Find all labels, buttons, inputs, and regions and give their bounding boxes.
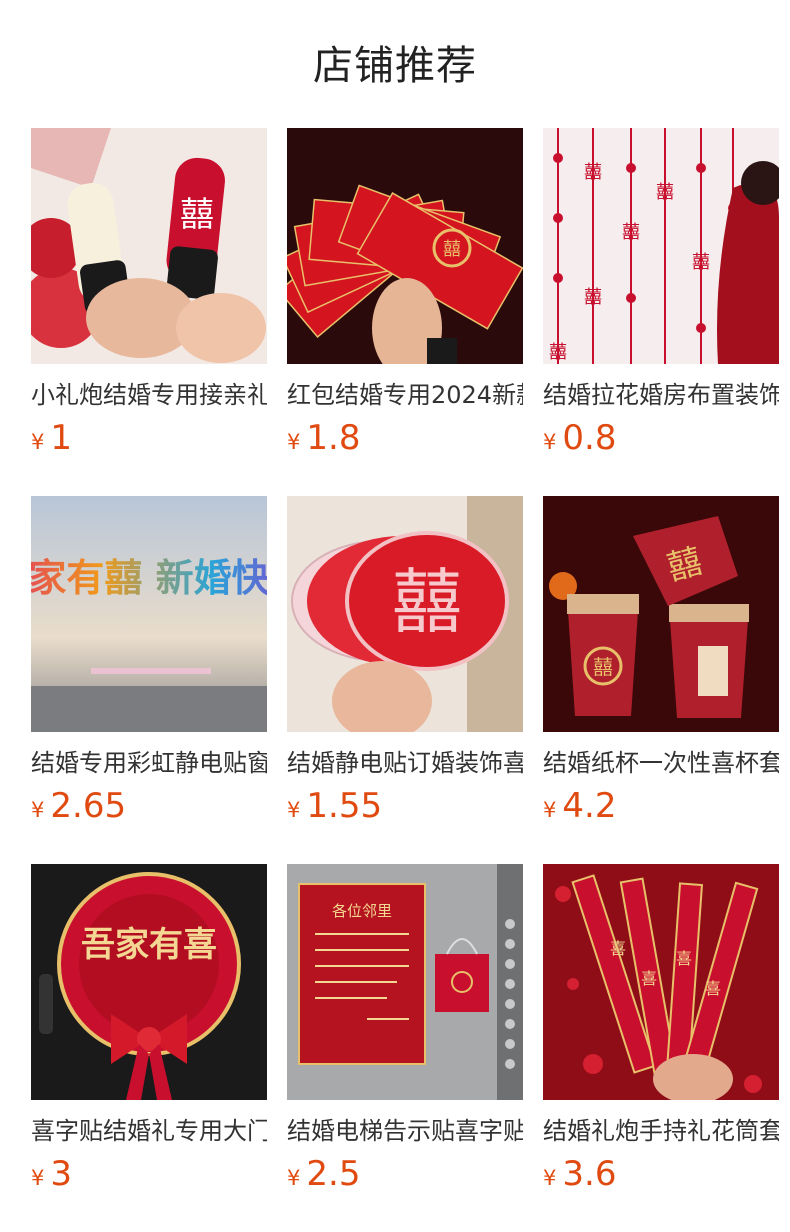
product-price: ¥3 xyxy=(31,1152,72,1196)
product-card[interactable]: 吾家有囍 新婚快乐 结婚专用彩虹静电贴窗花 ¥2.65 xyxy=(31,496,267,826)
svg-text:囍: 囍 xyxy=(392,561,462,643)
price-value: 1.8 xyxy=(306,418,361,458)
svg-text:喜: 喜 xyxy=(705,979,721,998)
product-image-xi-stickers[interactable]: 囍 xyxy=(287,496,523,732)
price-value: 3 xyxy=(50,1154,73,1194)
product-price: ¥3.6 xyxy=(543,1152,616,1196)
section-title: 店铺推荐 xyxy=(313,43,477,89)
svg-text:吾家有喜: 吾家有喜 xyxy=(81,925,217,965)
svg-text:各位邻里: 各位邻里 xyxy=(332,902,392,920)
price-value: 4.2 xyxy=(562,786,617,826)
currency-symbol: ¥ xyxy=(543,430,557,454)
product-image-door-sticker[interactable]: 吾家有喜 xyxy=(31,864,267,1100)
currency-symbol: ¥ xyxy=(287,430,301,454)
svg-text:囍: 囍 xyxy=(656,182,674,203)
price-value: 2.5 xyxy=(306,1154,361,1194)
product-grid: 囍 小礼炮结婚专用接亲礼炮 ¥1 囍 xyxy=(31,128,790,1218)
product-title[interactable]: 结婚专用彩虹静电贴窗花 xyxy=(31,746,267,780)
svg-text:囍: 囍 xyxy=(692,252,710,273)
currency-symbol: ¥ xyxy=(543,1166,557,1190)
product-card[interactable]: 喜 喜 喜 喜 结婚礼炮手持礼花筒套装 ¥3.6 xyxy=(543,864,779,1194)
product-price: ¥0.8 xyxy=(543,416,616,460)
product-card[interactable]: 囍 小礼炮结婚专用接亲礼炮 ¥1 xyxy=(31,128,267,458)
svg-text:囍: 囍 xyxy=(549,342,567,363)
svg-text:吾家有囍 新婚快乐: 吾家有囍 新婚快乐 xyxy=(31,556,267,600)
price-value: 3.6 xyxy=(562,1154,617,1194)
svg-text:喜: 喜 xyxy=(610,939,626,958)
product-title[interactable]: 结婚静电贴订婚装饰喜字 xyxy=(287,746,523,780)
product-image-confetti-popper[interactable]: 囍 xyxy=(31,128,267,364)
product-title[interactable]: 结婚拉花婚房布置装饰 xyxy=(543,378,779,412)
product-title[interactable]: 结婚纸杯一次性喜杯套装 xyxy=(543,746,779,780)
product-image-elevator-notice[interactable]: 各位邻里 xyxy=(287,864,523,1100)
product-card[interactable]: 囍 红包结婚专用2024新款 ¥1.8 xyxy=(287,128,523,458)
currency-symbol: ¥ xyxy=(31,798,45,822)
svg-text:喜: 喜 xyxy=(641,969,657,988)
price-value: 1 xyxy=(50,418,73,458)
currency-symbol: ¥ xyxy=(31,430,45,454)
svg-text:喜: 喜 xyxy=(676,949,692,968)
product-image-paper-cups[interactable]: 囍 囍 xyxy=(543,496,779,732)
product-price: ¥1.55 xyxy=(287,784,382,828)
product-card[interactable]: 囍 囍 囍 囍 囍 囍 结婚拉花婚房布置装饰 ¥0.8 xyxy=(543,128,779,458)
product-price: ¥1 xyxy=(31,416,72,460)
product-title[interactable]: 结婚电梯告示贴喜字贴 xyxy=(287,1114,523,1148)
svg-text:囍: 囍 xyxy=(584,162,602,183)
svg-text:囍: 囍 xyxy=(622,222,640,243)
svg-text:囍: 囍 xyxy=(593,655,613,679)
svg-text:囍: 囍 xyxy=(180,195,214,235)
product-image-confetti-tubes[interactable]: 喜 喜 喜 喜 xyxy=(543,864,779,1100)
product-title[interactable]: 小礼炮结婚专用接亲礼炮 xyxy=(31,378,267,412)
product-title[interactable]: 红包结婚专用2024新款 xyxy=(287,378,523,412)
product-card[interactable]: 囍 囍 结婚纸杯一次性喜杯套装 ¥4.2 xyxy=(543,496,779,826)
price-value: 1.55 xyxy=(306,786,383,826)
product-card[interactable]: 囍 结婚静电贴订婚装饰喜字 ¥1.55 xyxy=(287,496,523,826)
product-price: ¥1.8 xyxy=(287,416,360,460)
product-price: ¥2.65 xyxy=(31,784,126,828)
product-image-red-envelopes[interactable]: 囍 xyxy=(287,128,523,364)
currency-symbol: ¥ xyxy=(31,1166,45,1190)
svg-text:囍: 囍 xyxy=(443,239,461,260)
product-title[interactable]: 喜字贴结婚礼专用大门 xyxy=(31,1114,267,1148)
product-price: ¥2.5 xyxy=(287,1152,360,1196)
product-image-rainbow-sticker[interactable]: 吾家有囍 新婚快乐 xyxy=(31,496,267,732)
currency-symbol: ¥ xyxy=(543,798,557,822)
currency-symbol: ¥ xyxy=(287,1166,301,1190)
currency-symbol: ¥ xyxy=(287,798,301,822)
price-value: 0.8 xyxy=(562,418,617,458)
product-price: ¥4.2 xyxy=(543,784,616,828)
product-card[interactable]: 各位邻里 结婚电梯告示贴喜字贴 ¥2.5 xyxy=(287,864,523,1194)
product-card[interactable]: 吾家有喜 喜字贴结婚礼专用大门 ¥3 xyxy=(31,864,267,1194)
product-title[interactable]: 结婚礼炮手持礼花筒套装 xyxy=(543,1114,779,1148)
price-value: 2.65 xyxy=(50,786,127,826)
svg-text:囍: 囍 xyxy=(584,287,602,308)
product-image-hanging-garland[interactable]: 囍 囍 囍 囍 囍 囍 xyxy=(543,128,779,364)
